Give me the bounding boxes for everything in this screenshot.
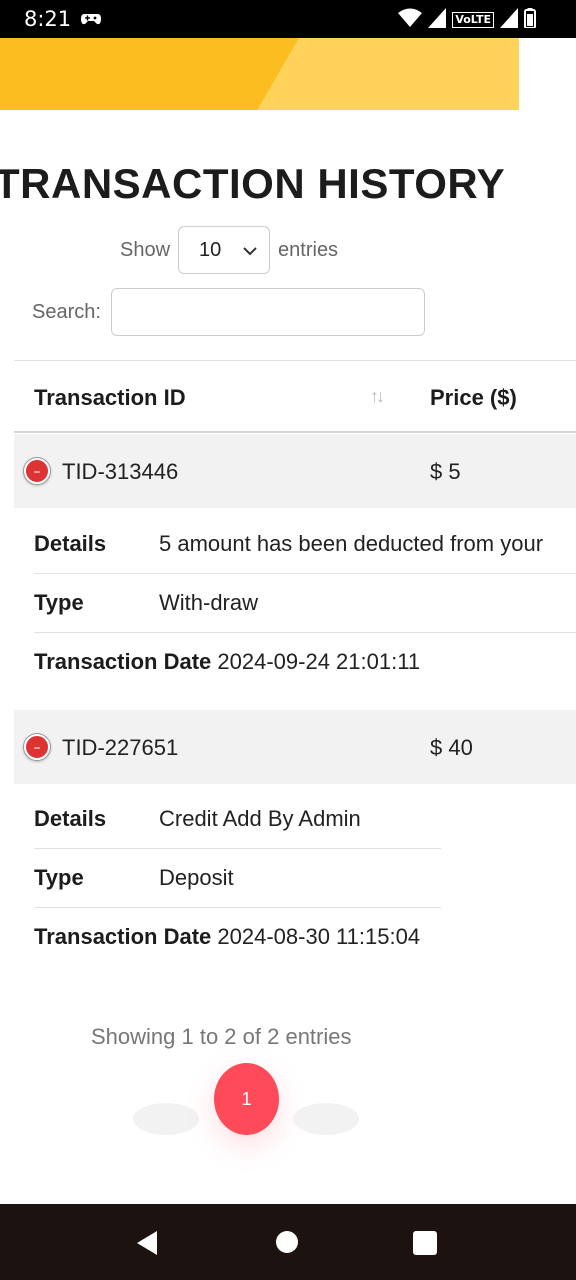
details-label: Details: [34, 806, 107, 831]
home-circle-icon[interactable]: [276, 1231, 298, 1253]
date-label: Transaction Date: [34, 924, 212, 949]
chevron-down-icon: [243, 239, 257, 262]
transaction-id: TID-227651: [62, 735, 179, 760]
type-value: Deposit: [159, 865, 234, 890]
search-input[interactable]: [110, 288, 425, 336]
table-row: – TID-227651 $ 40: [14, 710, 576, 784]
table-header: Transaction ID ↑↓ Price ($): [14, 361, 576, 433]
search-control: Search:: [32, 288, 425, 336]
wifi-icon: [398, 8, 423, 32]
status-icons: VoLTE: [398, 8, 536, 32]
minus-circle-icon[interactable]: –: [24, 458, 50, 484]
battery-icon: [524, 8, 536, 32]
type-label: Type: [34, 590, 84, 615]
navigation-bar: [0, 1204, 576, 1280]
previous-page-button[interactable]: [133, 1103, 199, 1135]
gamepad-icon: [80, 11, 102, 31]
type-value: With-draw: [159, 590, 259, 615]
date-value: 2024-09-24 21:01:11: [217, 649, 421, 674]
date-line: Transaction Date 2024-08-30 11:15:04: [34, 924, 420, 950]
entries-select[interactable]: 10: [178, 226, 271, 274]
search-label: Search:: [32, 300, 101, 323]
type-label: Type: [34, 865, 84, 890]
header-banner: [0, 38, 519, 110]
page-button-current[interactable]: 1: [214, 1063, 279, 1135]
details-label: Details: [34, 531, 107, 556]
details-value: 5 amount has been deducted from your: [159, 531, 544, 556]
transaction-price: $ 40: [430, 735, 473, 760]
column-header-price[interactable]: Price ($): [430, 385, 517, 411]
status-bar: 8:21 VoLTE: [0, 0, 576, 38]
recent-square-icon[interactable]: [413, 1231, 437, 1255]
page-title: TRANSACTION HISTORY: [0, 160, 506, 207]
details-value: Credit Add By Admin: [159, 806, 361, 831]
signal-icon: [500, 8, 518, 32]
table-info: Showing 1 to 2 of 2 entries: [91, 1024, 352, 1049]
back-triangle-icon[interactable]: [135, 1230, 159, 1261]
next-page-button[interactable]: [293, 1103, 359, 1135]
entries-select-value: 10: [199, 238, 222, 261]
date-line: Transaction Date 2024-09-24 21:01:11: [34, 649, 420, 675]
transaction-id: TID-313446: [62, 459, 179, 484]
detail-row-type: Type With-draw: [34, 574, 576, 633]
detail-row-date: Transaction Date 2024-09-24 21:01:11: [34, 633, 576, 692]
detail-row-date: Transaction Date 2024-08-30 11:15:04: [34, 908, 441, 967]
signal-icon: [428, 8, 447, 32]
length-control: Show 10 entries: [120, 226, 338, 274]
sort-arrows-icon[interactable]: ↑↓: [370, 386, 385, 407]
detail-row-type: Type Deposit: [34, 849, 441, 908]
table-row: – TID-313446 $ 5: [14, 434, 576, 508]
show-label: Show: [120, 238, 171, 261]
date-label: Transaction Date: [34, 649, 212, 674]
entries-label: entries: [278, 238, 339, 261]
status-time: 8:21: [24, 7, 72, 31]
date-value: 2024-08-30 11:15:04: [217, 924, 421, 949]
detail-row-details: Details Credit Add By Admin: [34, 790, 441, 849]
detail-row-details: Details 5 amount has been deducted from …: [34, 515, 576, 574]
transaction-price: $ 5: [430, 459, 461, 484]
column-header-transaction-id[interactable]: Transaction ID: [34, 385, 186, 411]
volte-badge: VoLTE: [452, 12, 494, 28]
minus-circle-icon[interactable]: –: [24, 734, 50, 760]
